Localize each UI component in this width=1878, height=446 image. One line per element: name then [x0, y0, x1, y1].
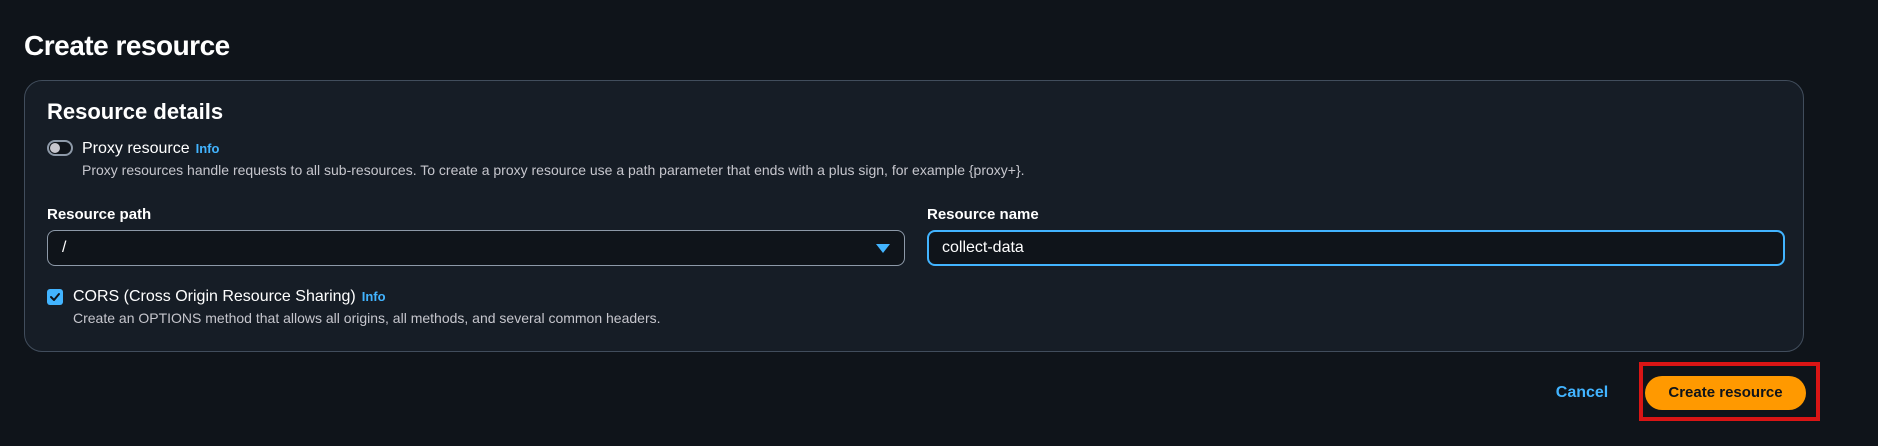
cancel-button[interactable]: Cancel [1540, 380, 1624, 406]
cors-checkbox[interactable] [47, 289, 63, 305]
proxy-resource-label: Proxy resource Info [82, 139, 219, 159]
cors-label-text: CORS (Cross Origin Resource Sharing) [73, 288, 356, 305]
cors-label: CORS (Cross Origin Resource Sharing) Info [73, 287, 386, 307]
proxy-info-link[interactable]: Info [196, 141, 220, 156]
resource-details-panel: Resource details Proxy resource Info Prox… [24, 80, 1804, 352]
resource-name-input[interactable] [927, 230, 1785, 266]
proxy-resource-toggle[interactable] [47, 140, 73, 156]
caret-down-icon [876, 244, 890, 253]
proxy-resource-description: Proxy resources handle requests to all s… [82, 162, 1025, 178]
proxy-resource-label-text: Proxy resource [82, 140, 190, 157]
resource-path-select[interactable]: / [47, 230, 905, 266]
toggle-switch-icon [50, 143, 60, 153]
resource-name-label: Resource name [927, 206, 1039, 223]
cors-description: Create an OPTIONS method that allows all… [73, 310, 661, 326]
create-resource-page: Create resource Resource details Proxy r… [0, 0, 1878, 446]
cors-info-link[interactable]: Info [362, 289, 386, 304]
panel-title: Resource details [47, 99, 224, 124]
create-resource-button[interactable]: Create resource [1645, 376, 1806, 410]
checkmark-icon [50, 293, 60, 301]
page-title: Create resource [24, 30, 230, 61]
resource-path-label: Resource path [47, 206, 152, 223]
resource-path-value: / [62, 239, 67, 256]
